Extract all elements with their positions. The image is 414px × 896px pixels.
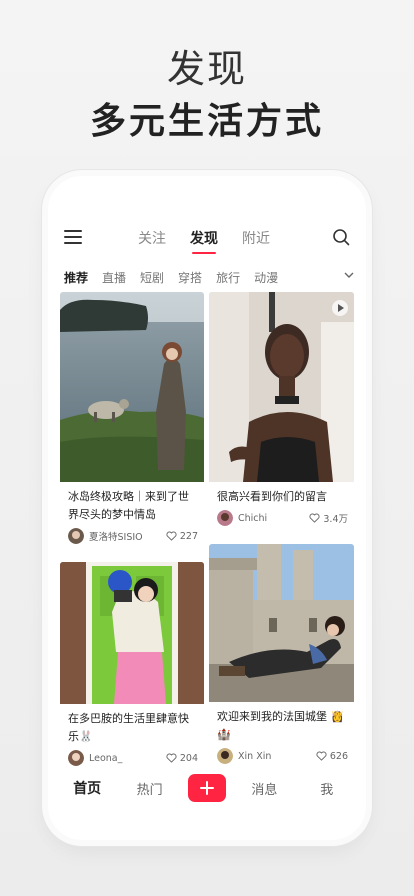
post-image-portrait: [209, 292, 354, 482]
like-count: 626: [329, 750, 348, 762]
bottom-nav: 首页 热门 消息 我: [48, 768, 366, 808]
hero-title: 发现: [166, 47, 247, 91]
like-count: 3.4万: [323, 514, 348, 525]
nav-me[interactable]: 我: [303, 779, 351, 798]
feed-card[interactable]: 很高兴看到你们的留言 Chichi 3.4万: [209, 292, 354, 538]
category-outfit[interactable]: 穿搭: [178, 269, 202, 286]
post-meta: Xin Xin 626: [209, 744, 354, 764]
feed-card[interactable]: 在多巴胺的生活里肆意快乐🐰 Leona_ 204: [60, 562, 204, 772]
video-badge-icon: [332, 300, 348, 316]
category-anime[interactable]: 动漫: [254, 269, 278, 286]
feed-tabs: 关注 发现 附近: [138, 228, 270, 254]
author-name[interactable]: Xin Xin: [238, 751, 316, 762]
avatar[interactable]: [217, 510, 233, 526]
avatar[interactable]: [217, 748, 233, 764]
category-bar: 推荐 直播 短剧 穿搭 旅行 动漫: [48, 264, 366, 290]
post-meta: Chichi 3.4万: [209, 506, 354, 526]
tab-discover[interactable]: 发现: [190, 228, 218, 254]
top-bar: 关注 发现 附近: [48, 220, 366, 256]
post-image-iceland: [60, 292, 204, 482]
nav-home[interactable]: 首页: [63, 778, 111, 798]
post-meta: 夏洛特SISIO 227: [60, 524, 204, 544]
category-short-drama[interactable]: 短剧: [140, 269, 164, 286]
avatar[interactable]: [68, 528, 84, 544]
author-name[interactable]: Chichi: [238, 513, 309, 524]
heart-icon[interactable]: [166, 753, 177, 763]
heart-icon[interactable]: [166, 531, 177, 541]
nav-messages[interactable]: 消息: [240, 779, 288, 798]
chevron-down-icon[interactable]: [342, 268, 356, 282]
search-icon[interactable]: [332, 228, 350, 246]
post-title: 在多巴胺的生活里肆意快乐🐰: [68, 712, 189, 743]
post-title: 很高兴看到你们的留言: [217, 490, 327, 503]
author-name[interactable]: 夏洛特SISIO: [89, 529, 166, 543]
feed-card[interactable]: 欢迎来到我的法国城堡 👸🏰 Xin Xin 626: [209, 544, 354, 770]
category-travel[interactable]: 旅行: [216, 269, 240, 286]
author-name[interactable]: Leona_: [89, 753, 166, 764]
post-title: 欢迎来到我的法国城堡 👸🏰: [217, 710, 345, 741]
post-image-green-door: [60, 562, 204, 704]
tab-following[interactable]: 关注: [138, 228, 166, 248]
hamburger-menu-icon[interactable]: [64, 230, 82, 244]
heart-icon[interactable]: [309, 513, 320, 523]
post-meta: Leona_ 204: [60, 746, 204, 766]
feed-card[interactable]: 冰岛终极攻略｜来到了世界尽头的梦中情岛 夏洛特SISIO 227: [60, 292, 204, 556]
phone-screen: 关注 发现 附近 推荐 直播 短剧 穿搭 旅行 动漫 冰岛终极攻略｜来到了世界尽…: [48, 176, 366, 840]
create-post-button[interactable]: [187, 774, 226, 802]
tab-nearby[interactable]: 附近: [242, 228, 270, 248]
category-recommend[interactable]: 推荐: [64, 269, 88, 286]
like-count: 204: [179, 752, 198, 764]
post-title: 冰岛终极攻略｜来到了世界尽头的梦中情岛: [68, 490, 189, 521]
category-live[interactable]: 直播: [102, 269, 126, 286]
post-image-castle: [209, 544, 354, 702]
like-count: 227: [179, 530, 198, 542]
avatar[interactable]: [68, 750, 84, 766]
hero-subtitle: 多元生活方式: [89, 101, 324, 142]
heart-icon[interactable]: [316, 751, 327, 761]
nav-hot[interactable]: 热门: [126, 779, 174, 798]
